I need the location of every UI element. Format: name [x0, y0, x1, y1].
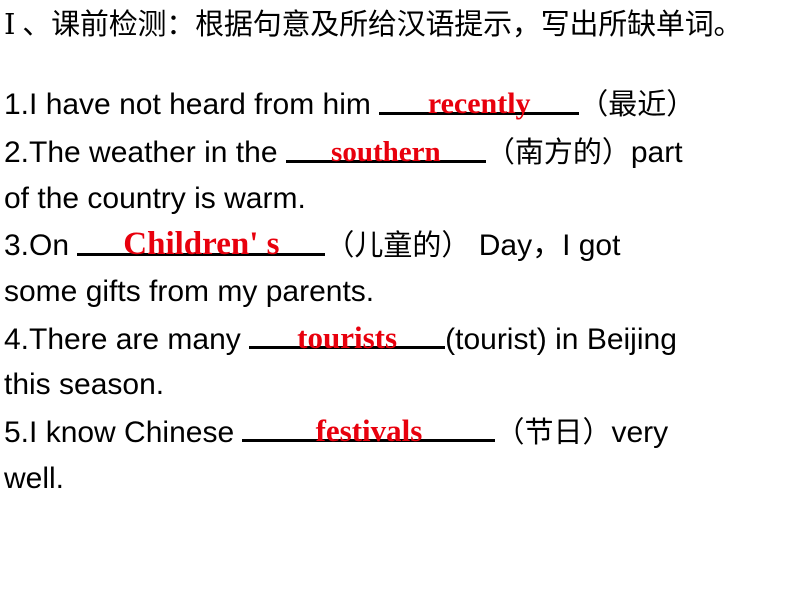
q2-line2-text: of the country is warm.: [4, 182, 306, 215]
question-item-5: 5.I know Chinese festivals （节日）very: [4, 409, 794, 456]
q4-answer-text: tourists: [297, 320, 398, 355]
q2-suffix-text: part: [630, 136, 683, 169]
q5-answer-blank[interactable]: festivals: [242, 409, 496, 448]
q4-line2-text: this season.: [4, 368, 165, 401]
q5-line2-text: well.: [4, 462, 65, 495]
q5-suffix-text: very: [611, 416, 669, 449]
q4-prefix-text: 4.There are many: [4, 323, 250, 356]
q1-prefix-text: 1.I have not heard from him: [4, 88, 380, 121]
q2-answer-text: southern: [331, 136, 441, 168]
q1-answer-blank[interactable]: recently: [379, 82, 580, 120]
q2-prefix-text: 2.The weather in the: [4, 136, 286, 169]
question-item-5-line2: well.: [4, 456, 794, 501]
q3-suffix-text: Day，I got: [470, 229, 621, 262]
q5-chinese-hint: （节日）: [495, 417, 612, 449]
q4-answer-blank[interactable]: tourists: [249, 316, 446, 355]
q3-line2-text: some gifts from my parents.: [4, 275, 375, 308]
q4-suffix-text: (tourist) in Beijing: [445, 323, 677, 356]
page-title: Ⅰ 、课前检测：根据句意及所给汉语提示，写出所缺单词。: [4, 9, 743, 41]
question-item-1: 1.I have not heard from him recently （最近）: [4, 82, 794, 128]
question-item-4-line2: this season.: [4, 362, 794, 407]
q5-prefix-text: 5.I know Chinese: [4, 416, 243, 449]
q3-prefix-text: 3.On: [4, 229, 78, 262]
question-item-3: 3.On Children' s （儿童的） Day，I got: [4, 223, 794, 269]
q3-answer-text: Children' s: [123, 226, 280, 262]
q2-chinese-hint: （南方的）: [485, 137, 631, 169]
slide-canvas: Ⅰ 、课前检测：根据句意及所给汉语提示，写出所缺单词。 1.I have not…: [0, 0, 794, 596]
question-item-2-line2: of the country is warm.: [4, 176, 794, 221]
q5-answer-text: festivals: [315, 413, 423, 448]
question-item-3-line2: some gifts from my parents.: [4, 269, 794, 314]
question-list: 1.I have not heard from him recently （最近）…: [4, 82, 794, 501]
q1-chinese-hint: （最近）: [579, 89, 696, 121]
q3-chinese-hint: （儿童的）: [325, 230, 471, 262]
q2-answer-blank[interactable]: southern: [285, 130, 486, 168]
question-item-4: 4.There are many tourists (tourist) in Be…: [4, 316, 794, 362]
q1-answer-text: recently: [427, 87, 531, 120]
q3-answer-blank[interactable]: Children' s: [77, 223, 326, 262]
question-item-2: 2.The weather in the southern （南方的）part: [4, 130, 794, 176]
